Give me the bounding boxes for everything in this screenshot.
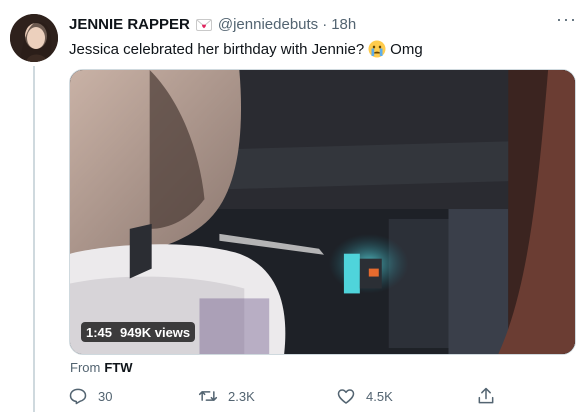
video-player[interactable]: 1:45 949K views [69, 69, 576, 355]
avatar[interactable] [10, 14, 58, 62]
like-button[interactable]: 4.5K [336, 386, 393, 406]
love-letter-icon [195, 18, 212, 31]
separator-dot: · [322, 15, 328, 33]
reply-button[interactable]: 30 [68, 386, 112, 406]
tweet-header: JENNIE RAPPER @jenniedebuts · 18h [69, 14, 576, 34]
tweet-text: Jessica celebrated her birthday with Jen… [69, 40, 423, 58]
source-attribution: From FTW [70, 360, 133, 375]
share-icon [478, 387, 494, 404]
timestamp[interactable]: 18h [331, 16, 356, 33]
reply-count: 30 [98, 388, 113, 404]
avatar-image [10, 14, 58, 62]
retweet-icon [198, 391, 218, 401]
video-badge: 1:45 949K views [81, 322, 196, 342]
heart-icon [337, 389, 355, 404]
tweet-actions: 30 2.3K 4.5K [68, 386, 498, 408]
source-prefix: From [70, 360, 101, 375]
retweet-count: 2.3K [228, 388, 255, 404]
display-name[interactable]: JENNIE RAPPER [69, 16, 190, 33]
thread-line [33, 66, 35, 412]
more-icon[interactable]: ··· [556, 10, 576, 32]
like-count: 4.5K [366, 388, 393, 404]
share-button[interactable] [476, 386, 506, 406]
handle[interactable]: @jenniedebuts [218, 16, 318, 33]
source-name[interactable]: FTW [104, 360, 132, 375]
video-frame [70, 70, 575, 354]
tweet-text-after: Omg [390, 40, 423, 58]
video-views: 949K views [120, 324, 191, 340]
crying-face-icon [368, 40, 386, 58]
video-duration: 1:45 [86, 324, 113, 340]
tweet-text-main: Jessica celebrated her birthday with Jen… [69, 40, 365, 58]
retweet-button[interactable]: 2.3K [198, 386, 255, 406]
reply-icon [69, 388, 87, 405]
